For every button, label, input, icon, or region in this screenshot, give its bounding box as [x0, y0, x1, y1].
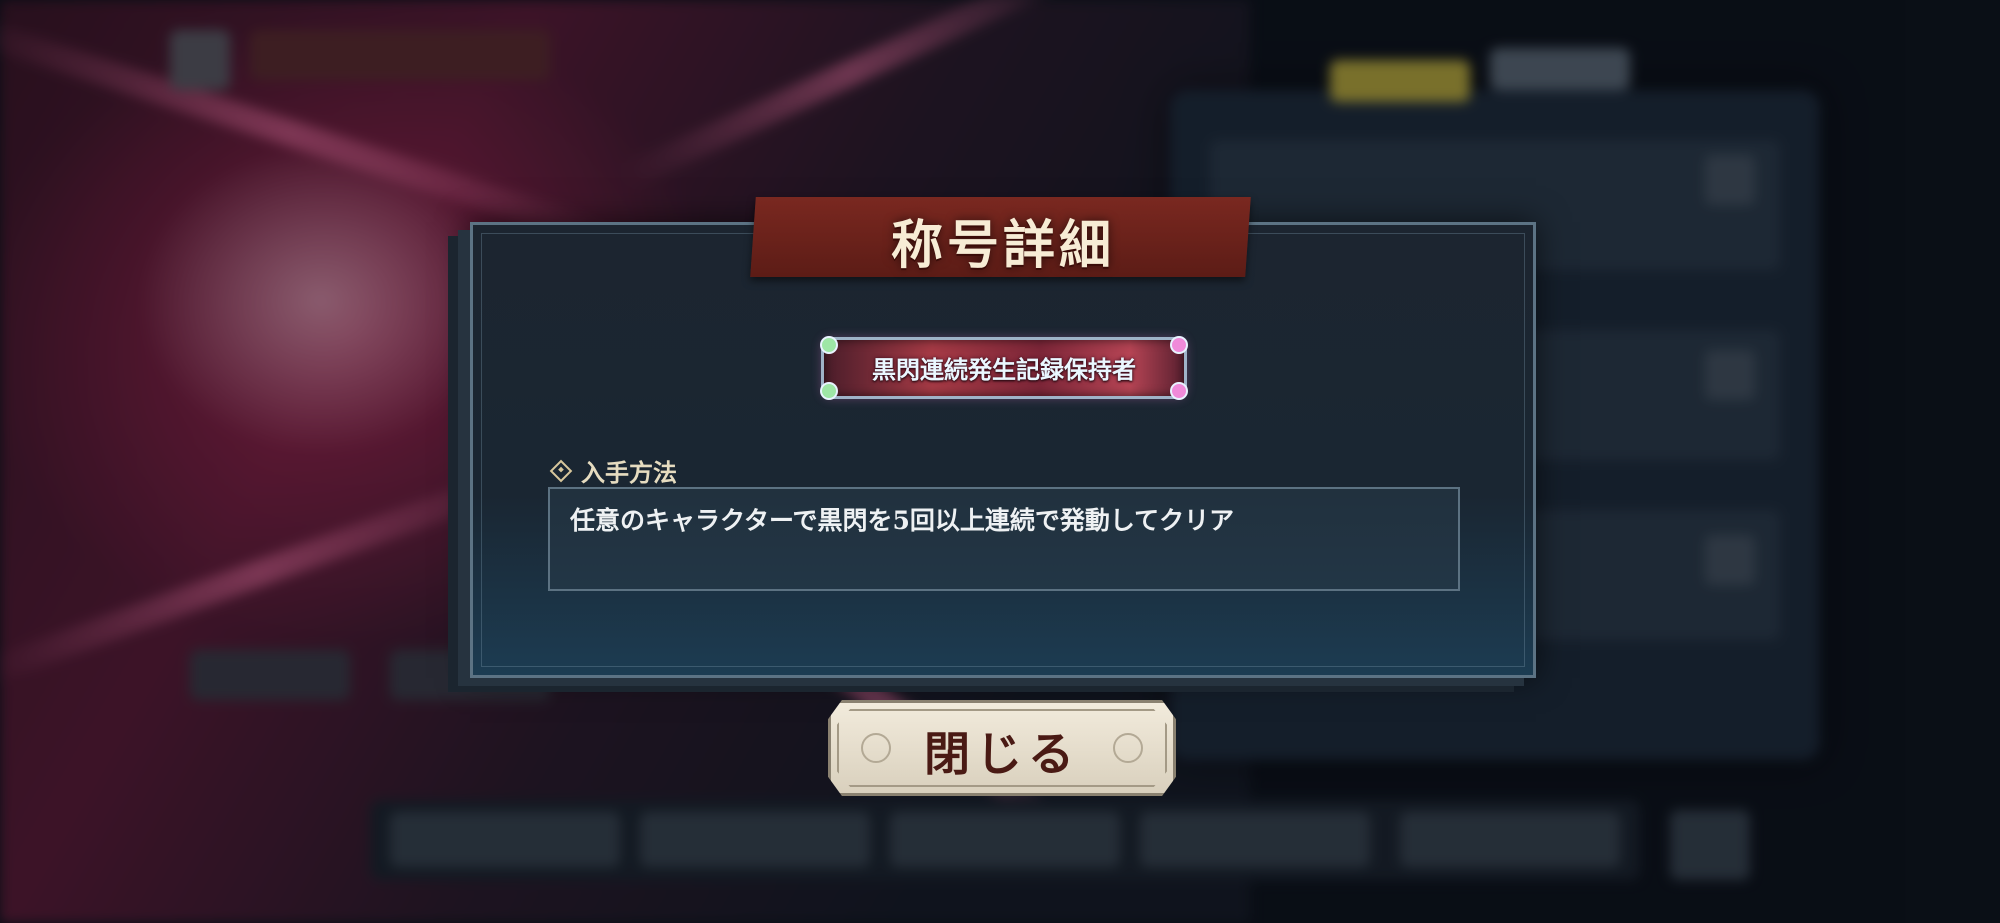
game-screen: 称号詳細 黒閃連続発生記録保持者 入手方法 任意のキャラクターで黒閃を5回以上連… — [0, 0, 2000, 923]
badge-title-text: 黒閃連続発生記録保持者 — [872, 355, 1136, 384]
acquisition-method-box: 任意のキャラクターで黒閃を5回以上連続で発動してクリア — [548, 487, 1460, 591]
dialog-title: 称号詳細 — [890, 215, 1115, 276]
acquisition-method-label: 入手方法 — [581, 458, 677, 487]
title-detail-dialog: 称号詳細 黒閃連続発生記録保持者 入手方法 任意のキャラクターで黒閃を5回以上連… — [470, 197, 1536, 678]
close-button-label: 閉じる — [924, 727, 1080, 781]
diamond-icon — [549, 459, 573, 482]
acquisition-method-text: 任意のキャラクターで黒閃を5回以上連続で発動してクリア — [570, 506, 1235, 535]
acquisition-method-heading: 入手方法 — [549, 453, 677, 488]
close-button[interactable]: 閉じる — [828, 700, 1176, 796]
title-badge: 黒閃連続発生記録保持者 — [820, 336, 1188, 400]
